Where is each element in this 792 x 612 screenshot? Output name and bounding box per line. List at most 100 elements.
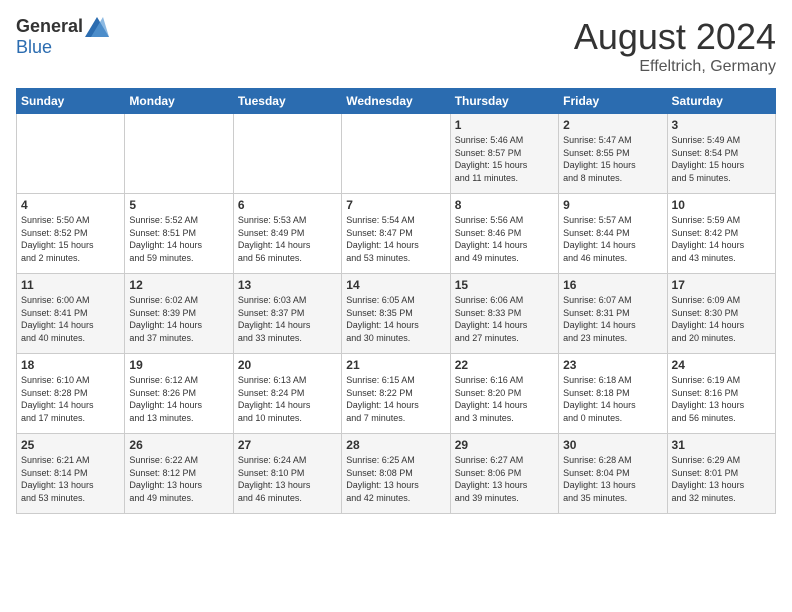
day-number: 16 — [563, 278, 662, 292]
calendar-cell: 29Sunrise: 6:27 AM Sunset: 8:06 PM Dayli… — [450, 434, 558, 514]
calendar-cell: 16 Sunrise: 6:07 AM Sunset: 8:31 PM Dayli… — [559, 274, 667, 354]
calendar-cell — [17, 114, 125, 194]
day-number: 28 — [346, 438, 445, 452]
day-info: Sunrise: 5:53 AM Sunset: 8:49 PM Dayligh… — [238, 214, 337, 264]
day-number: 17 — [672, 278, 771, 292]
day-info: Sunrise: 6:07 AM Sunset: 8:31 PM Dayligh… — [563, 294, 662, 344]
weekday-header-tuesday: Tuesday — [233, 89, 341, 114]
day-info: Sunrise: 6:28 AM Sunset: 8:04 PM Dayligh… — [563, 454, 662, 504]
day-number: 5 — [129, 198, 228, 212]
calendar-cell: 26Sunrise: 6:22 AM Sunset: 8:12 PM Dayli… — [125, 434, 233, 514]
calendar-cell: 21 Sunrise: 6:15 AM Sunset: 8:22 PM Dayli… — [342, 354, 450, 434]
weekday-header-wednesday: Wednesday — [342, 89, 450, 114]
day-info: Sunrise: 6:06 AM Sunset: 8:33 PM Dayligh… — [455, 294, 554, 344]
calendar-week-2: 4 Sunrise: 5:50 AM Sunset: 8:52 PM Daylig… — [17, 194, 776, 274]
calendar-cell: 4 Sunrise: 5:50 AM Sunset: 8:52 PM Daylig… — [17, 194, 125, 274]
day-info: Sunrise: 6:27 AM Sunset: 8:06 PM Dayligh… — [455, 454, 554, 504]
day-number: 27 — [238, 438, 337, 452]
day-info: Sunrise: 6:18 AM Sunset: 8:18 PM Dayligh… — [563, 374, 662, 424]
calendar-week-5: 25 Sunrise: 6:21 AM Sunset: 8:14 PM Dayli… — [17, 434, 776, 514]
day-number: 4 — [21, 198, 120, 212]
day-number: 12 — [129, 278, 228, 292]
day-number: 21 — [346, 358, 445, 372]
calendar-cell: 1 Sunrise: 5:46 AM Sunset: 8:57 PM Daylig… — [450, 114, 558, 194]
day-info: Sunrise: 5:52 AM Sunset: 8:51 PM Dayligh… — [129, 214, 228, 264]
calendar-cell: 17Sunrise: 6:09 AM Sunset: 8:30 PM Dayli… — [667, 274, 775, 354]
day-number: 30 — [563, 438, 662, 452]
calendar-cell: 30 Sunrise: 6:28 AM Sunset: 8:04 PM Dayli… — [559, 434, 667, 514]
day-info: Sunrise: 6:21 AM Sunset: 8:14 PM Dayligh… — [21, 454, 120, 504]
day-number: 1 — [455, 118, 554, 132]
day-info: Sunrise: 6:13 AM Sunset: 8:24 PM Dayligh… — [238, 374, 337, 424]
calendar-cell: 24Sunrise: 6:19 AM Sunset: 8:16 PM Dayli… — [667, 354, 775, 434]
day-number: 11 — [21, 278, 120, 292]
calendar-cell: 27 Sunrise: 6:24 AM Sunset: 8:10 PM Dayli… — [233, 434, 341, 514]
day-info: Sunrise: 5:49 AM Sunset: 8:54 PM Dayligh… — [672, 134, 771, 184]
calendar-cell: 8 Sunrise: 5:56 AM Sunset: 8:46 PM Daylig… — [450, 194, 558, 274]
weekday-header-monday: Monday — [125, 89, 233, 114]
day-number: 13 — [238, 278, 337, 292]
calendar-cell: 25 Sunrise: 6:21 AM Sunset: 8:14 PM Dayli… — [17, 434, 125, 514]
day-number: 24 — [672, 358, 771, 372]
calendar-week-4: 18Sunrise: 6:10 AM Sunset: 8:28 PM Dayli… — [17, 354, 776, 434]
weekday-header-thursday: Thursday — [450, 89, 558, 114]
day-info: Sunrise: 6:24 AM Sunset: 8:10 PM Dayligh… — [238, 454, 337, 504]
day-info: Sunrise: 6:12 AM Sunset: 8:26 PM Dayligh… — [129, 374, 228, 424]
page-header: General Blue August 2024 Effeltrich, Ger… — [16, 16, 776, 76]
day-info: Sunrise: 5:46 AM Sunset: 8:57 PM Dayligh… — [455, 134, 554, 184]
day-number: 23 — [563, 358, 662, 372]
day-info: Sunrise: 6:25 AM Sunset: 8:08 PM Dayligh… — [346, 454, 445, 504]
day-info: Sunrise: 6:05 AM Sunset: 8:35 PM Dayligh… — [346, 294, 445, 344]
calendar-cell: 6Sunrise: 5:53 AM Sunset: 8:49 PM Daylig… — [233, 194, 341, 274]
title-section: August 2024 Effeltrich, Germany — [574, 16, 776, 76]
day-number: 25 — [21, 438, 120, 452]
calendar-cell: 3 Sunrise: 5:49 AM Sunset: 8:54 PM Daylig… — [667, 114, 775, 194]
calendar-cell: 31Sunrise: 6:29 AM Sunset: 8:01 PM Dayli… — [667, 434, 775, 514]
logo-blue-text: Blue — [16, 37, 52, 57]
day-info: Sunrise: 6:15 AM Sunset: 8:22 PM Dayligh… — [346, 374, 445, 424]
day-info: Sunrise: 5:56 AM Sunset: 8:46 PM Dayligh… — [455, 214, 554, 264]
calendar-cell — [125, 114, 233, 194]
day-info: Sunrise: 6:00 AM Sunset: 8:41 PM Dayligh… — [21, 294, 120, 344]
calendar-cell: 20 Sunrise: 6:13 AM Sunset: 8:24 PM Dayli… — [233, 354, 341, 434]
day-info: Sunrise: 5:59 AM Sunset: 8:42 PM Dayligh… — [672, 214, 771, 264]
day-info: Sunrise: 5:47 AM Sunset: 8:55 PM Dayligh… — [563, 134, 662, 184]
calendar-cell: 12 Sunrise: 6:02 AM Sunset: 8:39 PM Dayli… — [125, 274, 233, 354]
location-title: Effeltrich, Germany — [574, 58, 776, 76]
logo: General Blue — [16, 16, 109, 58]
calendar-body: 1 Sunrise: 5:46 AM Sunset: 8:57 PM Daylig… — [17, 114, 776, 514]
calendar-cell: 2Sunrise: 5:47 AM Sunset: 8:55 PM Daylig… — [559, 114, 667, 194]
calendar-cell: 23 Sunrise: 6:18 AM Sunset: 8:18 PM Dayli… — [559, 354, 667, 434]
day-number: 19 — [129, 358, 228, 372]
day-number: 18 — [21, 358, 120, 372]
day-number: 15 — [455, 278, 554, 292]
day-number: 14 — [346, 278, 445, 292]
calendar-cell: 11 Sunrise: 6:00 AM Sunset: 8:41 PM Dayli… — [17, 274, 125, 354]
calendar-cell: 9Sunrise: 5:57 AM Sunset: 8:44 PM Daylig… — [559, 194, 667, 274]
calendar-cell: 5 Sunrise: 5:52 AM Sunset: 8:51 PM Daylig… — [125, 194, 233, 274]
calendar-cell: 7Sunrise: 5:54 AM Sunset: 8:47 PM Daylig… — [342, 194, 450, 274]
day-number: 20 — [238, 358, 337, 372]
day-info: Sunrise: 6:02 AM Sunset: 8:39 PM Dayligh… — [129, 294, 228, 344]
day-number: 9 — [563, 198, 662, 212]
calendar-cell: 19 Sunrise: 6:12 AM Sunset: 8:26 PM Dayli… — [125, 354, 233, 434]
calendar-cell: 14 Sunrise: 6:05 AM Sunset: 8:35 PM Dayli… — [342, 274, 450, 354]
day-info: Sunrise: 6:16 AM Sunset: 8:20 PM Dayligh… — [455, 374, 554, 424]
day-info: Sunrise: 5:50 AM Sunset: 8:52 PM Dayligh… — [21, 214, 120, 264]
logo-icon — [85, 17, 109, 37]
weekday-header-sunday: Sunday — [17, 89, 125, 114]
day-number: 26 — [129, 438, 228, 452]
day-number: 3 — [672, 118, 771, 132]
logo-general: General — [16, 16, 83, 37]
calendar-week-1: 1 Sunrise: 5:46 AM Sunset: 8:57 PM Daylig… — [17, 114, 776, 194]
weekday-header-friday: Friday — [559, 89, 667, 114]
day-number: 7 — [346, 198, 445, 212]
day-number: 22 — [455, 358, 554, 372]
calendar-header: SundayMondayTuesdayWednesdayThursdayFrid… — [17, 89, 776, 114]
day-info: Sunrise: 6:03 AM Sunset: 8:37 PM Dayligh… — [238, 294, 337, 344]
calendar-cell: 18Sunrise: 6:10 AM Sunset: 8:28 PM Dayli… — [17, 354, 125, 434]
calendar-cell — [233, 114, 341, 194]
day-number: 8 — [455, 198, 554, 212]
day-info: Sunrise: 6:29 AM Sunset: 8:01 PM Dayligh… — [672, 454, 771, 504]
weekday-header-saturday: Saturday — [667, 89, 775, 114]
